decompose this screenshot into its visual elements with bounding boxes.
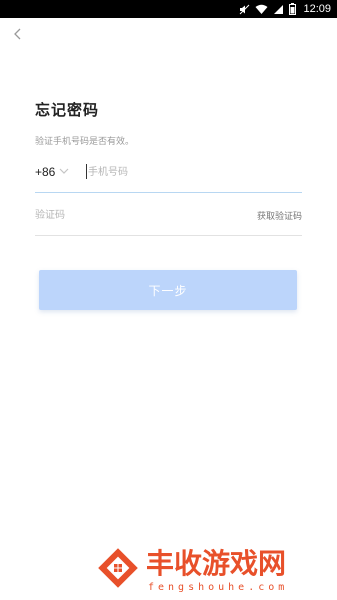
phone-row: +86 xyxy=(35,156,302,193)
wifi-icon xyxy=(255,4,268,14)
back-button[interactable] xyxy=(10,26,26,42)
signal-icon xyxy=(274,4,284,14)
get-code-button[interactable]: 获取验证码 xyxy=(257,209,302,222)
status-time: 12:09 xyxy=(303,3,331,15)
next-button[interactable]: 下一步 xyxy=(39,270,297,310)
page-subtitle: 验证手机号码是否有效。 xyxy=(35,137,135,147)
chevron-down-icon[interactable] xyxy=(59,168,69,175)
verification-code-row: 获取验证码 xyxy=(35,199,302,236)
watermark: 丰收游戏网 fengshouhe.com xyxy=(88,538,328,598)
watermark-logo-icon xyxy=(98,548,138,588)
mute-icon xyxy=(240,4,250,14)
country-code-selector[interactable]: +86 xyxy=(35,165,55,179)
watermark-title: 丰收游戏网 xyxy=(146,547,287,580)
phone-input[interactable] xyxy=(88,160,288,184)
battery-icon xyxy=(289,3,297,15)
chevron-left-icon xyxy=(14,28,21,40)
page-title: 忘记密码 xyxy=(35,101,100,119)
text-cursor xyxy=(86,164,87,179)
watermark-subtitle: fengshouhe.com xyxy=(148,582,289,593)
status-icons: 12:09 xyxy=(239,0,331,18)
status-bar: 12:09 xyxy=(0,0,337,18)
verification-code-input[interactable] xyxy=(35,203,205,227)
